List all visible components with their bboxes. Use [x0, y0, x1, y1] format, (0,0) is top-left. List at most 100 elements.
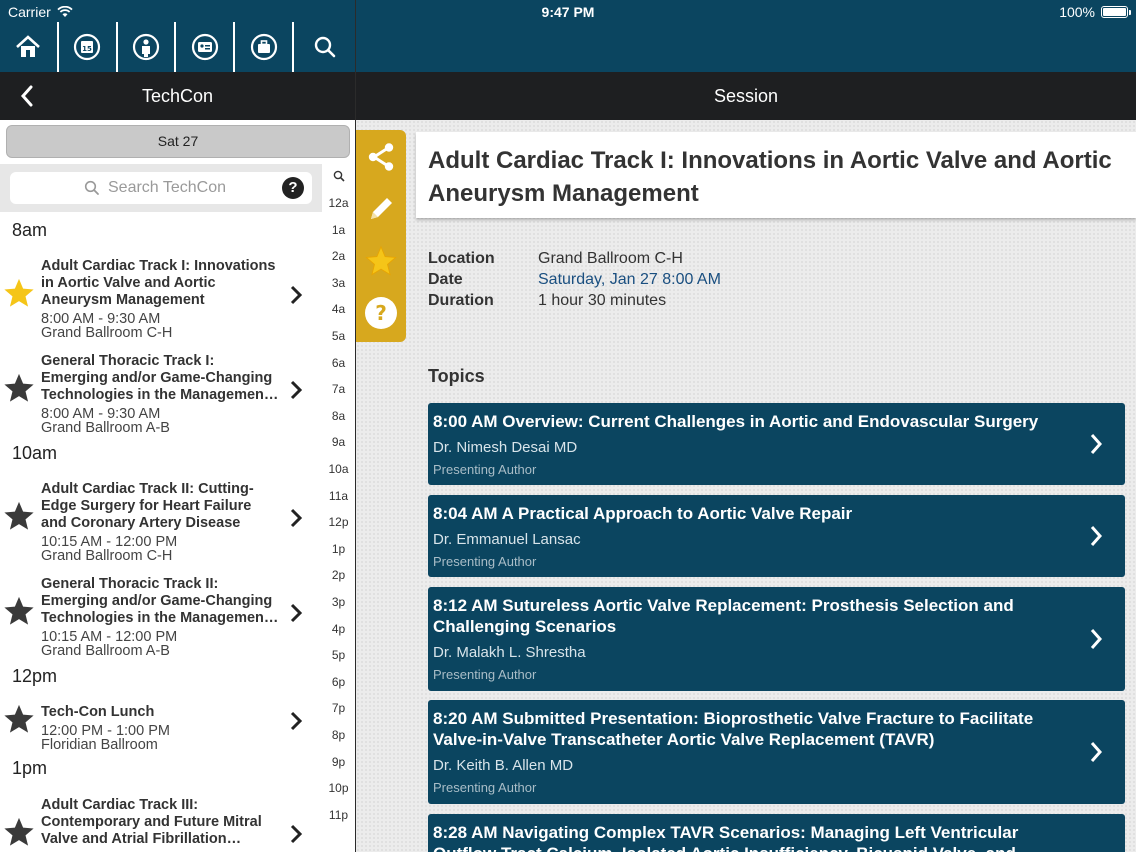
nav-home-button[interactable]	[0, 22, 59, 72]
search-icon	[314, 36, 335, 58]
help-icon: ?	[365, 297, 397, 329]
time-index-item[interactable]: 1p	[322, 542, 355, 556]
session-title-card: Adult Cardiac Track I: Innovations in Ao…	[416, 132, 1136, 218]
battery-status: 100%	[1059, 4, 1131, 20]
status-time: 9:47 PM	[541, 4, 595, 20]
topic-card[interactable]: 8:20 AM Submitted Presentation: Bioprost…	[428, 700, 1125, 804]
nav-speakers-button[interactable]	[118, 22, 177, 72]
right-header-title: Session	[713, 85, 779, 106]
time-index-item[interactable]: 6a	[322, 356, 355, 370]
left-header-title: TechCon	[141, 85, 214, 106]
time-index-item[interactable]: 12p	[322, 515, 355, 529]
session-location: Grand Ballroom A-B	[41, 420, 170, 436]
time-group-header: 8am	[12, 220, 48, 240]
time-index-item[interactable]: 1a	[322, 223, 355, 237]
topic-card[interactable]: 8:00 AM Overview: Current Challenges in …	[428, 403, 1125, 485]
time-group-header: 1pm	[12, 758, 48, 778]
session-row[interactable]: Adult Cardiac Track II: Cutting-Edge Sur…	[0, 471, 322, 565]
topic-card[interactable]: 8:12 AM Sutureless Aortic Valve Replacem…	[428, 587, 1125, 691]
time-index-item[interactable]: 3a	[322, 276, 355, 290]
index-search-icon[interactable]	[333, 170, 345, 182]
session-row[interactable]: Adult Cardiac Track III: Contemporary an…	[0, 787, 322, 852]
session-location: Floridian Ballroom	[41, 737, 158, 753]
day-tab[interactable]: Sat 27	[6, 125, 350, 158]
time-index-item[interactable]: 7p	[322, 701, 355, 715]
nav-exhibitors-button[interactable]	[176, 22, 236, 72]
search-box[interactable]: ?	[10, 172, 312, 204]
nav-calendar-button[interactable]: 15	[59, 22, 118, 72]
chevron-right-icon	[290, 711, 303, 731]
star-icon	[365, 245, 397, 276]
time-index-item[interactable]: 6p	[322, 675, 355, 689]
star-outline-icon[interactable]	[2, 594, 36, 628]
help-button[interactable]: ?	[362, 294, 400, 332]
session-row[interactable]: General Thoracic Track I: Emerging and/o…	[0, 343, 322, 437]
topic-speaker: Dr. Emmanuel Lansac	[433, 531, 581, 548]
time-index-item[interactable]: 4a	[322, 302, 355, 316]
date-link[interactable]: Saturday, Jan 27 8:00 AM	[538, 269, 938, 290]
briefcase-icon	[250, 33, 277, 61]
topic-title: 8:04 AM A Practical Approach to Aortic V…	[433, 504, 853, 523]
topic-role: Presenting Author	[433, 780, 537, 795]
star-outline-icon[interactable]	[2, 371, 36, 405]
speaker-icon	[132, 33, 160, 61]
session-title: General Thoracic Track I: Emerging and/o…	[41, 353, 273, 403]
search-bar: ?	[0, 164, 322, 212]
favorite-button[interactable]	[362, 242, 400, 280]
time-index-item[interactable]: 8p	[322, 728, 355, 742]
time-index-item[interactable]: 8a	[322, 409, 355, 423]
topic-card[interactable]: 8:28 AM Navigating Complex TAVR Scenario…	[428, 814, 1125, 852]
left-header: TechCon	[0, 72, 355, 120]
session-detail-pane: ? Adult Cardiac Track I: Innovations in …	[356, 120, 1136, 852]
calendar-icon: 15	[74, 33, 101, 61]
share-button[interactable]	[362, 138, 400, 176]
session-location: Grand Ballroom A-B	[41, 643, 170, 659]
star-outline-icon[interactable]	[2, 702, 36, 736]
session-location: Grand Ballroom C-H	[41, 548, 173, 564]
chevron-right-icon	[1090, 742, 1103, 762]
nav-briefcase-button[interactable]	[235, 22, 295, 72]
time-index-item[interactable]: 4p	[322, 622, 355, 636]
session-title: Adult Cardiac Track I: Innovations in Ao…	[428, 147, 1112, 207]
time-index-item[interactable]: 11p	[322, 808, 355, 822]
search-input[interactable]	[108, 179, 238, 197]
time-index-item[interactable]: 10p	[322, 781, 355, 795]
time-index-item[interactable]: 5a	[322, 329, 355, 343]
session-title: Adult Cardiac Track I: Innovations in Ao…	[41, 258, 276, 308]
time-index-item[interactable]: 10a	[322, 462, 355, 476]
time-index-item[interactable]: 11a	[322, 489, 355, 503]
session-location: Grand Ballroom C-H	[41, 325, 173, 341]
chevron-right-icon	[290, 508, 303, 528]
session-row[interactable]: Tech-Con Lunch 12:00 PM - 1:00 PM Florid…	[0, 694, 322, 754]
back-chevron-icon[interactable]	[16, 84, 40, 108]
date-label: Date	[428, 271, 463, 288]
right-header: Session	[356, 72, 1136, 120]
time-index-item[interactable]: 2a	[322, 249, 355, 263]
status-bar: Carrier 9:47 PM 100%	[0, 0, 1136, 22]
notes-button[interactable]	[362, 190, 400, 228]
time-index-item[interactable]: 7a	[322, 382, 355, 396]
star-outline-icon[interactable]	[2, 499, 36, 533]
chevron-right-icon	[290, 380, 303, 400]
time-index-item[interactable]: 9a	[322, 435, 355, 449]
topics-heading: Topics	[428, 366, 485, 386]
search-help-button[interactable]: ?	[282, 177, 304, 199]
share-icon	[368, 143, 394, 171]
time-index-item[interactable]: 5p	[322, 648, 355, 662]
topic-title: 8:20 AM Submitted Presentation: Bioprost…	[433, 709, 1034, 749]
session-row[interactable]: Adult Cardiac Track I: Innovations in Ao…	[0, 248, 322, 342]
topic-card[interactable]: 8:04 AM A Practical Approach to Aortic V…	[428, 495, 1125, 577]
duration-value: 1 hour 30 minutes	[538, 292, 667, 309]
search-icon	[84, 180, 99, 195]
star-outline-icon[interactable]	[2, 815, 36, 849]
star-filled-icon[interactable]	[2, 276, 36, 310]
chevron-right-icon	[290, 285, 303, 305]
chevron-right-icon	[1090, 526, 1103, 546]
session-row[interactable]: General Thoracic Track II: Emerging and/…	[0, 566, 322, 660]
pencil-icon	[371, 198, 392, 219]
time-index-item[interactable]: 9p	[322, 755, 355, 769]
nav-search-button[interactable]	[294, 22, 355, 72]
time-index-item[interactable]: 12a	[322, 196, 355, 210]
time-index-item[interactable]: 2p	[322, 568, 355, 582]
time-index-item[interactable]: 3p	[322, 595, 355, 609]
